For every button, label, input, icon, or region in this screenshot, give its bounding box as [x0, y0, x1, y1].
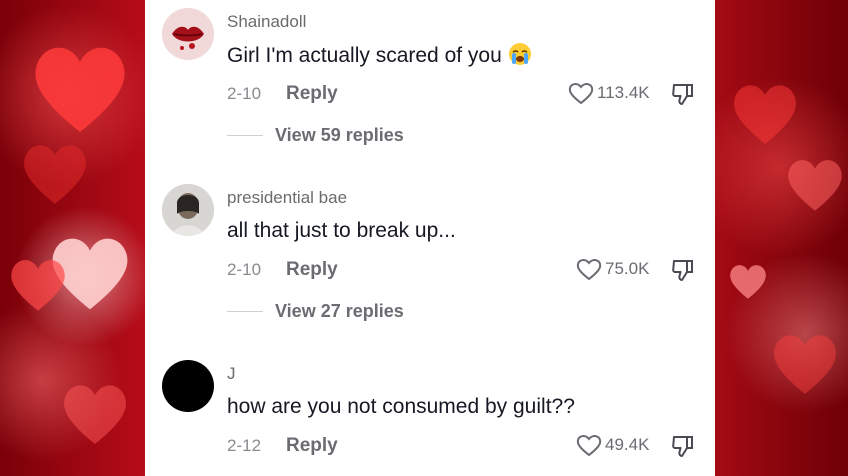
heart-icon — [728, 262, 768, 300]
avatar[interactable] — [162, 8, 214, 60]
username[interactable]: J — [227, 364, 236, 384]
avatar[interactable] — [162, 184, 214, 236]
heart-icon — [30, 40, 130, 135]
username[interactable]: presidential bae — [227, 188, 347, 208]
heart-outline-icon — [576, 433, 602, 457]
avatar[interactable] — [162, 360, 214, 412]
heart-icon — [770, 330, 840, 396]
like-count: 49.4K — [605, 435, 650, 454]
thumbs-down-icon[interactable] — [672, 258, 694, 282]
comment-text: Girl I'm actually scared of you — [227, 42, 532, 68]
like-count: 75.0K — [605, 259, 650, 278]
comment-text-content: Girl I'm actually scared of you — [227, 44, 502, 67]
username[interactable]: Shainadoll — [227, 12, 306, 32]
comment-date: 2-10 — [227, 84, 262, 103]
comment-date: 2-12 — [227, 436, 262, 455]
heart-icon — [730, 80, 800, 146]
divider — [227, 311, 263, 312]
reply-button[interactable]: Reply — [286, 83, 338, 105]
view-replies-button[interactable]: View 59 replies — [227, 125, 404, 146]
heart-outline-icon — [568, 81, 594, 105]
comments-panel: Shainadoll Girl I'm actually scared of y… — [145, 0, 715, 476]
comment-text: how are you not consumed by guilt?? — [227, 395, 575, 418]
heart-outline-icon — [576, 257, 602, 281]
comment-text: all that just to break up... — [227, 219, 456, 242]
like-button[interactable]: 49.4K — [576, 433, 649, 457]
like-button[interactable]: 75.0K — [576, 257, 649, 281]
reply-button[interactable]: Reply — [286, 435, 338, 457]
thumbs-down-icon[interactable] — [672, 82, 694, 106]
like-count: 113.4K — [597, 83, 650, 102]
heart-icon — [20, 140, 90, 206]
view-replies-label: View 59 replies — [275, 125, 404, 145]
loudly-crying-face-icon — [508, 42, 532, 66]
view-replies-label: View 27 replies — [275, 301, 404, 321]
thumbs-down-icon[interactable] — [672, 434, 694, 458]
comment-date: 2-10 — [227, 260, 262, 279]
divider — [227, 135, 263, 136]
heart-icon — [60, 380, 130, 446]
view-replies-button[interactable]: View 27 replies — [227, 301, 404, 322]
reply-button[interactable]: Reply — [286, 259, 338, 281]
heart-icon — [8, 255, 68, 313]
like-button[interactable]: 113.4K — [568, 81, 650, 105]
heart-icon — [785, 155, 845, 213]
